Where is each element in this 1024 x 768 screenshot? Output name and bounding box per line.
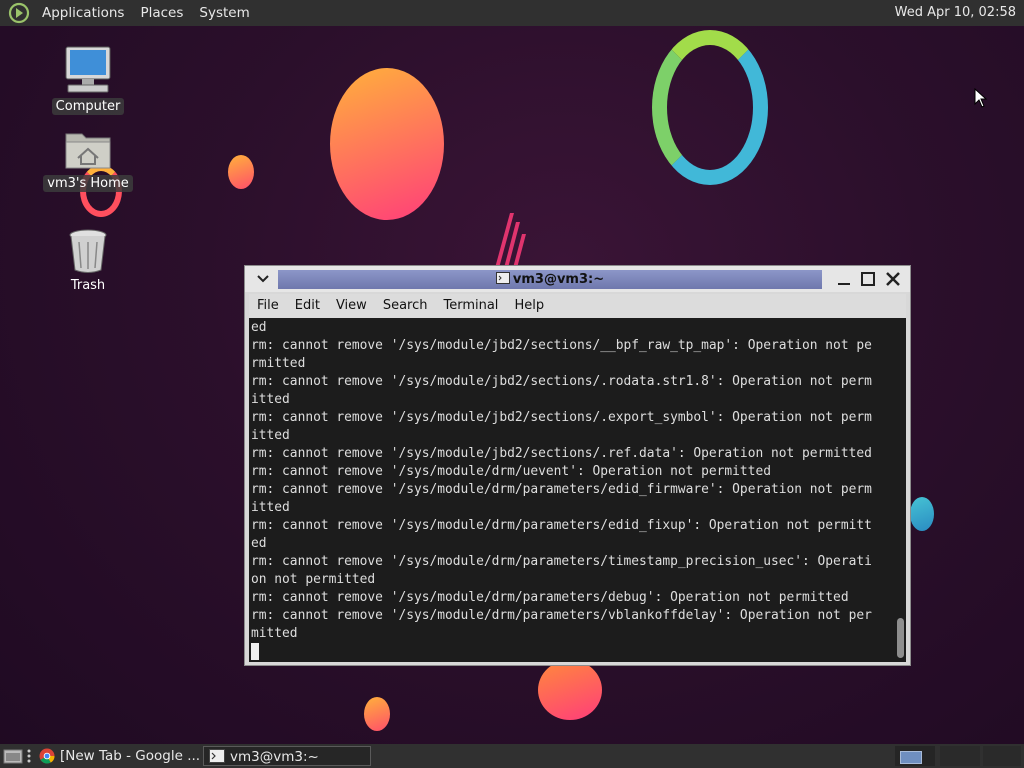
- window-title: vm3@vm3:~: [278, 270, 822, 289]
- mouse-pointer-icon: [974, 88, 988, 108]
- taskbar-item-label: vm3@vm3:~: [230, 749, 319, 765]
- terminal-output-area[interactable]: ed rm: cannot remove '/sys/module/jbd2/s…: [249, 318, 906, 662]
- menu-file[interactable]: File: [249, 294, 287, 318]
- distro-logo-icon[interactable]: [8, 2, 30, 24]
- terminal-line: rmitted: [251, 356, 306, 371]
- taskbar-item-terminal[interactable]: vm3@vm3:~: [203, 746, 371, 766]
- wallpaper-teal-blob: [910, 497, 934, 531]
- computer-icon: [65, 46, 111, 93]
- taskbar-item-label: [New Tab - Google ...: [60, 748, 199, 764]
- wallpaper-bottom-small-blob: [364, 697, 390, 731]
- applications-menu[interactable]: Applications: [34, 0, 132, 26]
- wallpaper-orange-blob: [330, 68, 444, 220]
- terminal-line: rm: cannot remove '/sys/module/drm/param…: [251, 482, 872, 497]
- clock[interactable]: Wed Apr 10, 02:58: [895, 0, 1016, 26]
- wallpaper-bottom-blob: [538, 660, 602, 720]
- terminal-line: rm: cannot remove '/sys/module/drm/param…: [251, 608, 872, 623]
- menu-help[interactable]: Help: [506, 294, 552, 318]
- menu-search[interactable]: Search: [375, 294, 436, 318]
- desktop-icon-home[interactable]: vm3's Home: [43, 128, 133, 192]
- terminal-line: mitted: [251, 626, 298, 641]
- desktop-icon-label: Trash: [70, 278, 106, 293]
- terminal-line: on not permitted: [251, 572, 376, 587]
- taskbar-item-chrome[interactable]: [New Tab - Google ...: [34, 746, 199, 766]
- terminal-line: itted: [251, 392, 290, 407]
- terminal-line: rm: cannot remove '/sys/module/jbd2/sect…: [251, 410, 872, 425]
- terminal-window[interactable]: vm3@vm3:~ File Edit View Search Terminal…: [244, 265, 911, 666]
- bottom-panel: [New Tab - Google ... vm3@vm3:~: [0, 744, 1024, 768]
- terminal-line: ed: [251, 536, 267, 551]
- terminal-line: rm: cannot remove '/sys/module/jbd2/sect…: [251, 338, 872, 353]
- panel-handle-icon[interactable]: [26, 748, 32, 764]
- chrome-icon: [39, 748, 55, 764]
- scrollbar[interactable]: [897, 618, 904, 658]
- wallpaper-small-blob: [228, 155, 254, 189]
- maximize-icon[interactable]: [858, 270, 878, 288]
- menu-view[interactable]: View: [328, 294, 375, 318]
- workspace-2[interactable]: [940, 746, 980, 766]
- desktop-icon-label: vm3's Home: [43, 175, 133, 192]
- terminal-icon: [495, 272, 510, 284]
- menu-terminal[interactable]: Terminal: [435, 294, 506, 318]
- trash-icon: [69, 229, 107, 273]
- workspace-1[interactable]: [900, 751, 922, 764]
- terminal-line: rm: cannot remove '/sys/module/jbd2/sect…: [251, 446, 872, 461]
- system-menu[interactable]: System: [191, 0, 257, 26]
- terminal-line: rm: cannot remove '/sys/module/drm/ueven…: [251, 464, 771, 479]
- menu-edit[interactable]: Edit: [287, 294, 328, 318]
- workspace-switcher[interactable]: [895, 746, 935, 766]
- terminal-line: rm: cannot remove '/sys/module/drm/param…: [251, 590, 849, 605]
- window-menu-chevron-icon[interactable]: [253, 270, 273, 288]
- terminal-line: rm: cannot remove '/sys/module/drm/param…: [251, 518, 872, 533]
- terminal-menubar: File Edit View Search Terminal Help: [249, 294, 906, 318]
- text-cursor: [251, 643, 259, 660]
- window-titlebar[interactable]: vm3@vm3:~: [245, 266, 910, 292]
- home-folder-icon: [65, 133, 111, 169]
- workspace-3[interactable]: [983, 746, 1021, 766]
- wallpaper-ring: [652, 30, 768, 185]
- desktop-icon-trash[interactable]: Trash: [43, 228, 133, 294]
- close-icon[interactable]: [883, 270, 903, 288]
- desktop-icon-label: Computer: [51, 98, 125, 115]
- terminal-line: rm: cannot remove '/sys/module/drm/param…: [251, 554, 872, 569]
- top-panel: Applications Places System Wed Apr 10, 0…: [0, 0, 1024, 26]
- minimize-icon[interactable]: [834, 270, 854, 288]
- terminal-line: rm: cannot remove '/sys/module/jbd2/sect…: [251, 374, 872, 389]
- terminal-line: itted: [251, 500, 290, 515]
- terminal-output: ed rm: cannot remove '/sys/module/jbd2/s…: [251, 319, 893, 661]
- wallpaper-stripes: [495, 213, 526, 268]
- terminal-line: itted: [251, 428, 290, 443]
- terminal-icon: [209, 749, 225, 763]
- window-title-text: vm3@vm3:~: [512, 272, 605, 287]
- show-desktop-icon[interactable]: [3, 747, 23, 765]
- terminal-line: ed: [251, 320, 267, 335]
- desktop-icon-computer[interactable]: Computer: [43, 45, 133, 115]
- places-menu[interactable]: Places: [132, 0, 191, 26]
